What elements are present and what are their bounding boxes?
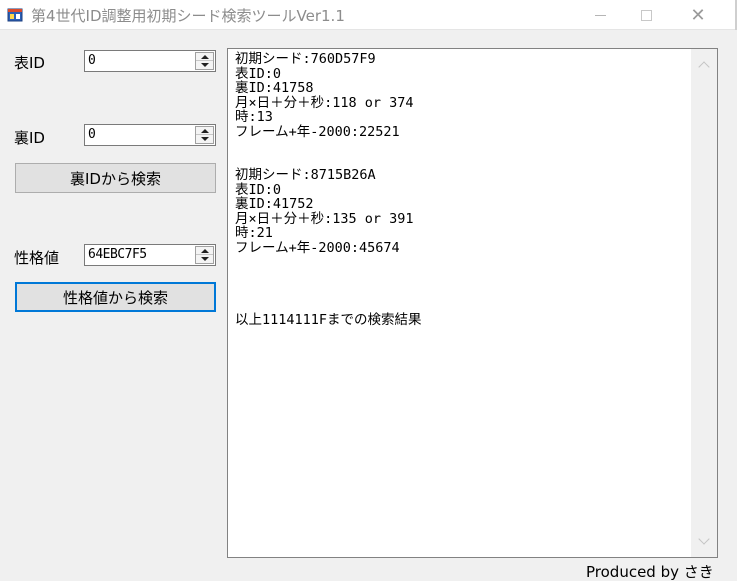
seikaku-value[interactable]: 64EBC7F5	[88, 247, 147, 262]
scroll-up-button[interactable]	[691, 53, 717, 77]
search-by-ura-id-button[interactable]: 裏IDから検索	[15, 163, 216, 193]
ura-id-label: 裏ID	[14, 129, 45, 147]
ura-id-value[interactable]: 0	[88, 127, 96, 142]
caret-down-icon	[200, 63, 209, 67]
seikaku-decrement-button[interactable]	[196, 255, 213, 263]
chevron-down-icon	[698, 533, 710, 545]
caret-down-icon	[200, 137, 209, 141]
window-title: 第4世代ID調整用初期シード検索ツールVer1.1	[31, 7, 345, 25]
omote-id-decrement-button[interactable]	[196, 61, 213, 69]
seikaku-stepper[interactable]: 64EBC7F5	[84, 244, 216, 266]
close-icon: ✕	[690, 4, 706, 26]
results-text[interactable]: 初期シード:760D57F9 表ID:0 裏ID:41758 月×日＋分＋秒:1…	[235, 52, 685, 328]
ura-id-increment-button[interactable]	[196, 127, 213, 135]
scroll-down-button[interactable]	[691, 529, 717, 553]
app-window-icon	[7, 7, 23, 23]
close-button[interactable]: ✕	[675, 0, 721, 30]
results-textbox[interactable]: 初期シード:760D57F9 表ID:0 裏ID:41758 月×日＋分＋秒:1…	[227, 48, 718, 558]
minimize-button[interactable]	[577, 0, 623, 30]
seikaku-increment-button[interactable]	[196, 247, 213, 255]
ura-id-stepper[interactable]: 0	[84, 124, 216, 146]
seikaku-label: 性格値	[14, 249, 60, 267]
omote-id-stepper[interactable]: 0	[84, 50, 216, 72]
ura-id-spin-buttons[interactable]	[195, 126, 214, 144]
search-by-seikaku-button[interactable]: 性格値から検索	[15, 282, 216, 312]
omote-id-label: 表ID	[14, 54, 45, 72]
omote-id-increment-button[interactable]	[196, 53, 213, 61]
caret-up-icon	[200, 248, 209, 253]
seikaku-spin-buttons[interactable]	[195, 246, 214, 264]
caret-up-icon	[200, 128, 209, 133]
caret-up-icon	[200, 54, 209, 59]
ura-id-decrement-button[interactable]	[196, 135, 213, 143]
credit-label: Produced by さき	[586, 563, 714, 581]
vertical-scrollbar[interactable]	[691, 49, 717, 557]
caret-down-icon	[200, 257, 209, 261]
maximize-icon	[640, 9, 652, 21]
title-bar[interactable]: 第4世代ID調整用初期シード検索ツールVer1.1 ✕	[0, 0, 737, 30]
omote-id-value[interactable]: 0	[88, 53, 96, 68]
chevron-up-icon	[698, 61, 710, 73]
minimize-icon	[594, 14, 606, 16]
omote-id-spin-buttons[interactable]	[195, 52, 214, 70]
maximize-button[interactable]	[623, 0, 669, 30]
